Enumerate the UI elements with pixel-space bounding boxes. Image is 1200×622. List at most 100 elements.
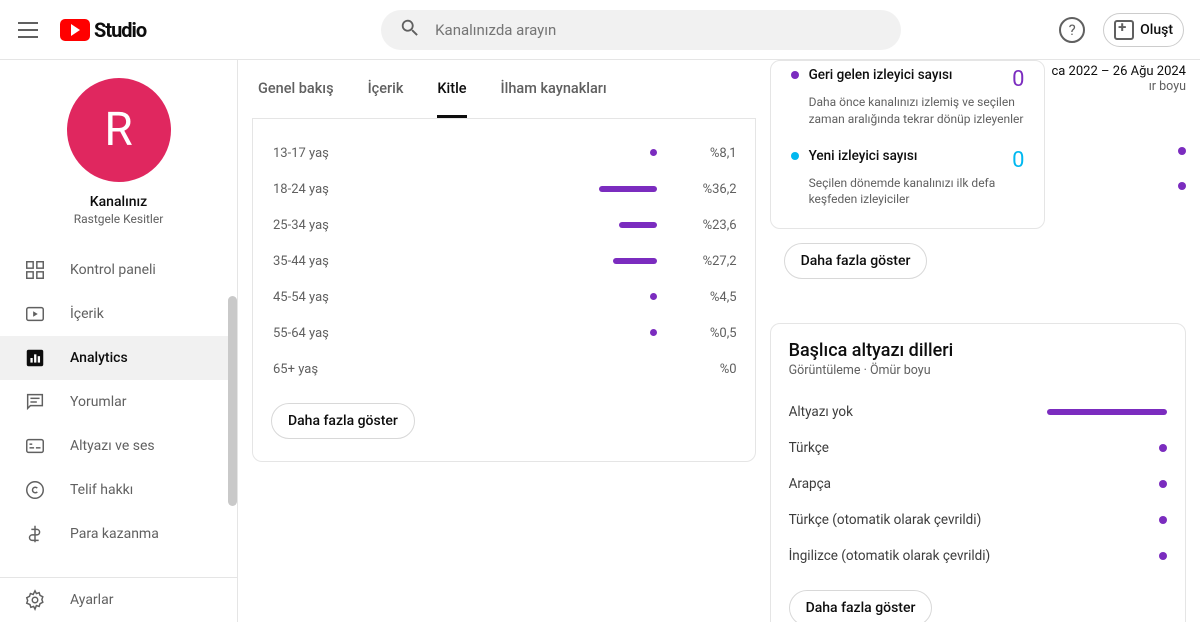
age-label: 18-24 yaş xyxy=(271,182,431,197)
age-bar xyxy=(650,293,657,300)
age-row: 65+ yaş %0 xyxy=(271,351,737,387)
lang-row: İngilizce (otomatik olarak çevrildi) xyxy=(789,538,1167,574)
age-value: %8,1 xyxy=(657,146,737,161)
show-more-button[interactable]: Daha fazla göster xyxy=(784,243,928,279)
gear-icon xyxy=(24,589,46,611)
date-range[interactable]: ca 2022 – 26 Ağu 2024 ır boyu xyxy=(1051,60,1186,194)
lang-row: Türkçe (otomatik olarak çevrildi) xyxy=(789,502,1167,538)
monetize-icon xyxy=(24,523,46,545)
age-label: 55-64 yaş xyxy=(271,326,431,341)
channel-name: Rastgele Kesitler xyxy=(0,212,237,226)
metric-value: 0 xyxy=(1012,148,1024,173)
create-icon xyxy=(1114,20,1134,40)
metric-value: 0 xyxy=(1012,67,1024,92)
sidebar-item-label: İçerik xyxy=(70,306,104,322)
sidebar-item-subtitles[interactable]: Altyazı ve ses xyxy=(0,424,237,468)
age-value: %36,2 xyxy=(657,182,737,197)
app-header: Studio ? Oluşt xyxy=(0,0,1200,60)
age-label: 13-17 yaş xyxy=(271,146,431,161)
age-row: 25-34 yaş %23,6 xyxy=(271,207,737,243)
dot-icon xyxy=(1178,147,1186,155)
sidebar-scrollbar[interactable] xyxy=(228,296,237,570)
hamburger-menu-icon[interactable] xyxy=(16,18,40,42)
sidebar-item-monetize[interactable]: Para kazanma xyxy=(0,512,237,556)
help-icon[interactable]: ? xyxy=(1059,17,1085,43)
dashboard-icon xyxy=(24,259,46,281)
search-icon xyxy=(399,17,421,43)
age-label: 65+ yaş xyxy=(271,362,431,377)
lang-label: Türkçe (otomatik olarak çevrildi) xyxy=(789,512,1159,528)
lang-bar xyxy=(1159,516,1167,524)
tab-audience[interactable]: Kitle xyxy=(437,80,466,118)
metric-desc: Seçilen dönemde kanalınızı ilk defa keşf… xyxy=(809,175,1025,209)
tab-inspiration[interactable]: İlham kaynakları xyxy=(501,80,607,118)
sidebar-item-label: Altyazı ve ses xyxy=(70,438,155,454)
metric-title: Yeni izleyici sayısı xyxy=(809,148,993,164)
comments-icon xyxy=(24,391,46,413)
sidebar-item-label: Ayarlar xyxy=(70,592,113,608)
lang-bar xyxy=(1159,552,1167,560)
tab-overview[interactable]: Genel bakış xyxy=(258,80,334,118)
card-title: Başlıca altyazı dilleri xyxy=(789,340,1167,361)
sidebar-item-content[interactable]: İçerik xyxy=(0,292,237,336)
age-distribution-card: 13-17 yaş %8,1 18-24 yaş %36,2 25-34 yaş %23,… xyxy=(252,119,756,462)
age-row: 18-24 yaş %36,2 xyxy=(271,171,737,207)
sidebar-item-dashboard[interactable]: Kontrol paneli xyxy=(0,248,237,292)
lang-bar xyxy=(1159,444,1167,452)
channel-avatar[interactable]: R xyxy=(67,78,171,182)
age-bar xyxy=(650,149,657,156)
lang-row: Arapça xyxy=(789,466,1167,502)
age-bar xyxy=(613,258,657,264)
analytics-tabs: Genel bakış İçerik Kitle İlham kaynaklar… xyxy=(252,60,756,119)
lang-label: İngilizce (otomatik olarak çevrildi) xyxy=(789,548,1159,564)
sidebar-item-label: Yorumlar xyxy=(70,394,126,410)
lang-bar xyxy=(1047,409,1167,415)
sidebar-item-comments[interactable]: Yorumlar xyxy=(0,380,237,424)
sidebar-item-label: Kontrol paneli xyxy=(70,262,156,278)
age-label: 25-34 yaş xyxy=(271,218,431,233)
subtitles-icon xyxy=(24,435,46,457)
age-value: %0 xyxy=(657,362,737,377)
create-button-label: Oluşt xyxy=(1140,22,1173,38)
show-more-button[interactable]: Daha fazla göster xyxy=(271,403,415,439)
main-content: Genel bakış İçerik Kitle İlham kaynaklar… xyxy=(238,60,1200,622)
copyright-icon xyxy=(24,479,46,501)
channel-label: Kanalınız xyxy=(0,194,237,210)
age-value: %4,5 xyxy=(657,290,737,305)
age-value: %27,2 xyxy=(657,254,737,269)
metric-desc: Daha önce kanalınızı izlemiş ve seçilen … xyxy=(809,94,1025,128)
sidebar-item-copyright[interactable]: Telif hakkı xyxy=(0,468,237,512)
lang-label: Altyazı yok xyxy=(789,404,1047,420)
studio-logo[interactable]: Studio xyxy=(60,18,146,42)
lang-row: Türkçe xyxy=(789,430,1167,466)
subtitles-languages-card: Başlıca altyazı dilleri Görüntüleme · Öm… xyxy=(770,323,1186,622)
content-icon xyxy=(24,303,46,325)
age-row: 55-64 yaş%0,5 xyxy=(271,315,737,351)
age-bar xyxy=(619,222,657,228)
sidebar: R Kanalınız Rastgele Kesitler Kontrol pa… xyxy=(0,60,238,622)
age-label: 35-44 yaş xyxy=(271,254,431,269)
sidebar-nav: Kontrol paneli İçerik Analytics Yorumlar… xyxy=(0,248,237,577)
tab-content[interactable]: İçerik xyxy=(368,80,404,118)
card-subtitle: Görüntüleme · Ömür boyu xyxy=(789,363,1167,378)
age-value: %23,6 xyxy=(657,218,737,233)
lang-bar xyxy=(1159,480,1167,488)
search-input[interactable] xyxy=(435,21,883,39)
sidebar-item-settings[interactable]: Ayarlar xyxy=(0,578,237,622)
search-bar[interactable] xyxy=(381,10,901,50)
dot-icon xyxy=(791,71,799,79)
lang-row: Altyazı yok xyxy=(789,394,1167,430)
youtube-icon xyxy=(60,19,90,41)
show-more-button[interactable]: Daha fazla göster xyxy=(789,590,933,622)
sidebar-item-label: Telif hakkı xyxy=(70,482,133,498)
age-bar xyxy=(599,186,657,192)
sidebar-item-analytics[interactable]: Analytics xyxy=(0,336,237,380)
sidebar-item-label: Para kazanma xyxy=(70,526,159,542)
age-row: 35-44 yaş %27,2 xyxy=(271,243,737,279)
lang-label: Türkçe xyxy=(789,440,1159,456)
create-button[interactable]: Oluşt xyxy=(1103,13,1184,47)
age-row: 45-54 yaş%4,5 xyxy=(271,279,737,315)
metric-title: Geri gelen izleyici sayısı xyxy=(809,67,993,83)
logo-text: Studio xyxy=(94,18,146,42)
dot-icon xyxy=(1178,182,1186,190)
